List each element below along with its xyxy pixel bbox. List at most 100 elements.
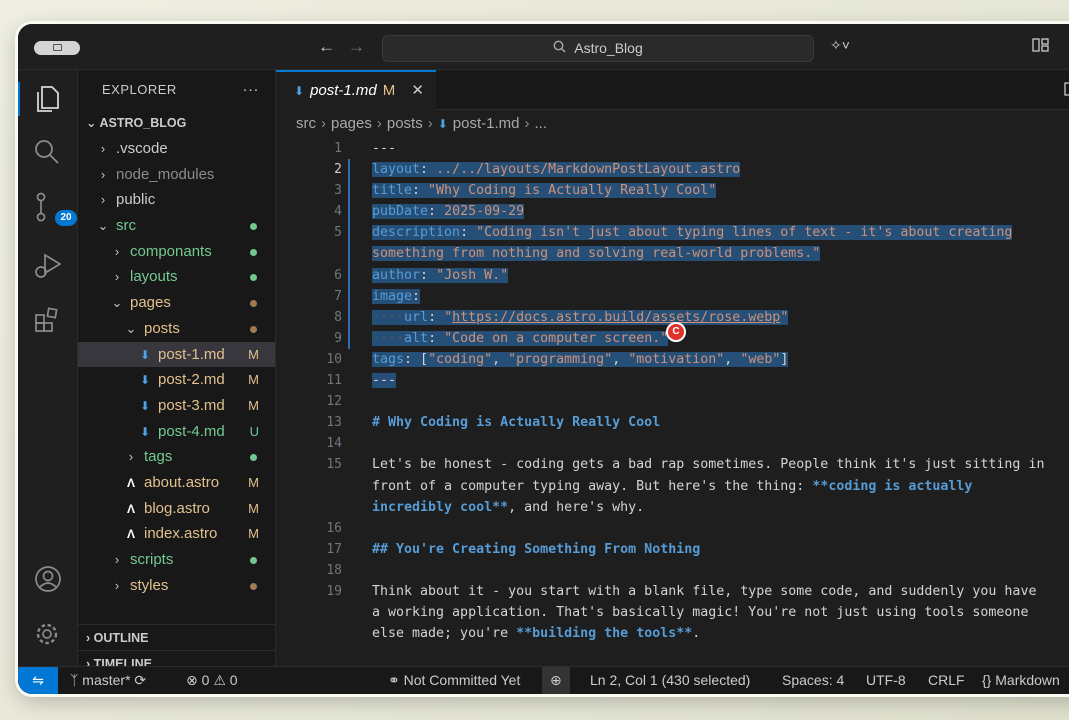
code-line[interactable] xyxy=(276,644,1069,665)
close-icon[interactable]: ✕ xyxy=(411,72,424,110)
explorer-icon[interactable] xyxy=(18,82,63,116)
line-number: 3 xyxy=(334,183,342,199)
code-text: incredibly cool**, and here's why. xyxy=(372,497,644,518)
tree-item-posts[interactable]: ⌄ posts xyxy=(78,316,275,342)
code-line[interactable]: else made; you're **building the tools**… xyxy=(276,623,1069,644)
chevron-right-icon: › xyxy=(100,192,106,208)
arrow-left-icon[interactable]: ← xyxy=(318,37,335,57)
workspace-root[interactable]: ⌄ ASTRO_BLOG xyxy=(78,110,275,136)
code-line[interactable]: 18 xyxy=(276,560,1069,581)
code-editor[interactable]: 1 --- 2 layout: ../../layouts/MarkdownPostL… xyxy=(276,138,1069,666)
encoding-status[interactable]: UTF-8 xyxy=(866,667,906,694)
tree-item-node-modules[interactable]: › node_modules xyxy=(78,162,275,188)
window-controls-pill[interactable] xyxy=(34,41,80,55)
tree-item-post-2-md[interactable]: ⬇ post-2.md M xyxy=(78,367,275,393)
tree-item-src[interactable]: ⌄ src xyxy=(78,213,275,239)
code-line[interactable]: 11 --- xyxy=(276,370,1069,391)
branch-status[interactable]: ᛉ master* ⟳ xyxy=(70,667,146,694)
search-text: Astro_Blog xyxy=(574,40,643,56)
code-text: front of a computer typing away. But her… xyxy=(372,476,972,497)
code-line[interactable]: front of a computer typing away. But her… xyxy=(276,476,1069,497)
code-line[interactable]: incredibly cool**, and here's why. xyxy=(276,497,1069,518)
code-line[interactable]: 2 layout: ../../layouts/MarkdownPostLayou… xyxy=(276,159,1069,180)
code-line[interactable]: 1 --- xyxy=(276,138,1069,159)
line-number: 2 xyxy=(334,162,342,178)
tree-item-public[interactable]: › public xyxy=(78,187,275,213)
error-count: 0 xyxy=(201,672,210,688)
code-token: else made; you're xyxy=(372,626,517,642)
code-line[interactable]: 19 Think about it - you start with a blan… xyxy=(276,581,1069,602)
split-editor-icon[interactable] xyxy=(1064,81,1069,100)
code-line[interactable]: 17 ## You're Creating Something From Noth… xyxy=(276,539,1069,560)
tree-item-post-3-md[interactable]: ⬇ post-3.md M xyxy=(78,393,275,419)
tree-item-blog-astro[interactable]: Λblog.astro M xyxy=(78,496,275,522)
code-line[interactable]: 6 author: "Josh W." xyxy=(276,265,1069,286)
code-line[interactable]: 16 xyxy=(276,518,1069,539)
copilot-icon[interactable]: ✧˅ xyxy=(830,37,850,54)
git-status-dot xyxy=(250,557,257,564)
tree-item-index-astro[interactable]: Λindex.astro M xyxy=(78,521,275,547)
chevron-right-icon: › xyxy=(427,115,433,132)
tree-item-styles[interactable]: › styles xyxy=(78,573,275,599)
tree-item-label: post-4.md xyxy=(158,422,225,440)
git-blame-status[interactable]: ⚭ Not Committed Yet xyxy=(388,667,520,694)
code-token: 2025-09-29 xyxy=(444,204,525,220)
tree-item-layouts[interactable]: › layouts xyxy=(78,264,275,290)
code-line[interactable]: 13 # Why Coding is Actually Really Cool xyxy=(276,412,1069,433)
tree-item-about-astro[interactable]: Λabout.astro M xyxy=(78,470,275,496)
code-token: : xyxy=(428,330,445,346)
breadcrumb-src[interactable]: src xyxy=(296,115,316,132)
eol-status[interactable]: CRLF xyxy=(928,667,965,694)
outline-section[interactable]: › OUTLINE xyxy=(78,624,275,650)
code-line[interactable]: 4 pubDate: 2025-09-29 xyxy=(276,201,1069,222)
indentation-status[interactable]: Spaces: 4 xyxy=(782,667,844,694)
code-line[interactable]: 12 xyxy=(276,391,1069,412)
code-token: alt xyxy=(404,330,429,346)
tree-item-post-1-md[interactable]: ⬇ post-1.md M xyxy=(78,341,275,368)
run-debug-icon[interactable] xyxy=(33,250,63,280)
tree-item--vscode[interactable]: › .vscode xyxy=(78,136,275,162)
layout-icon[interactable] xyxy=(1032,38,1050,55)
tree-item-tags[interactable]: › tags xyxy=(78,444,275,470)
code-token: : xyxy=(420,162,437,178)
code-line[interactable]: 15 Let's be honest - coding gets a bad ra… xyxy=(276,454,1069,475)
more-actions-icon[interactable]: ··· xyxy=(243,70,260,110)
gear-icon[interactable] xyxy=(33,620,63,650)
remote-icon[interactable]: ⇋ xyxy=(18,667,58,694)
line-number: 16 xyxy=(326,520,342,536)
cursor-position[interactable]: Ln 2, Col 1 (430 selected) xyxy=(590,667,750,694)
code-line[interactable]: a working application. That's basically … xyxy=(276,602,1069,623)
source-control-icon[interactable]: 20 xyxy=(33,192,77,226)
code-line[interactable]: something from nothing and solving real-… xyxy=(276,243,1069,264)
breadcrumb-file[interactable]: post-1.md xyxy=(453,115,520,132)
zoom-icon[interactable]: ⊕ xyxy=(542,667,570,694)
line-number: 10 xyxy=(326,351,342,367)
account-icon[interactable] xyxy=(33,564,63,594)
tree-item-post-4-md[interactable]: ⬇ post-4.md U xyxy=(78,419,275,445)
arrow-right-icon[interactable]: → xyxy=(348,37,365,57)
code-line[interactable]: 3 title: "Why Coding is Actually Really C… xyxy=(276,180,1069,201)
source-control-badge: 20 xyxy=(55,210,77,226)
code-text: ····url: "https://docs.astro.build/asset… xyxy=(372,307,789,328)
tree-item-componants[interactable]: › componants xyxy=(78,239,275,265)
tab-post-1-md[interactable]: ⬇ post-1.md M ✕ xyxy=(276,70,436,110)
command-center-search[interactable]: Astro_Blog xyxy=(382,35,814,62)
code-line[interactable]: 7 image: xyxy=(276,286,1069,307)
code-token: image xyxy=(372,288,413,304)
sync-icon[interactable]: ⟳ xyxy=(134,672,146,688)
search-icon[interactable] xyxy=(33,138,63,168)
problems-status[interactable]: ⊗ 0 ⚠ 0 xyxy=(186,667,238,694)
breadcrumb-pages[interactable]: pages xyxy=(331,115,372,132)
language-status[interactable]: {} Markdown xyxy=(982,667,1060,694)
tree-item-scripts[interactable]: › scripts xyxy=(78,547,275,573)
code-line[interactable]: 5 description: "Coding isn't just about t… xyxy=(276,222,1069,243)
breadcrumb-posts[interactable]: posts xyxy=(387,115,423,132)
git-status-badge: M xyxy=(248,526,259,542)
code-line[interactable]: 10 tags: ["coding", "programming", "motiv… xyxy=(276,349,1069,370)
code-line[interactable]: 14 xyxy=(276,433,1069,454)
extensions-icon[interactable] xyxy=(33,306,63,336)
code-token: : xyxy=(428,309,445,325)
tree-item-pages[interactable]: ⌄ pages xyxy=(78,290,275,316)
breadcrumb-symbol[interactable]: ... xyxy=(535,115,548,132)
line-number: 4 xyxy=(334,204,342,220)
